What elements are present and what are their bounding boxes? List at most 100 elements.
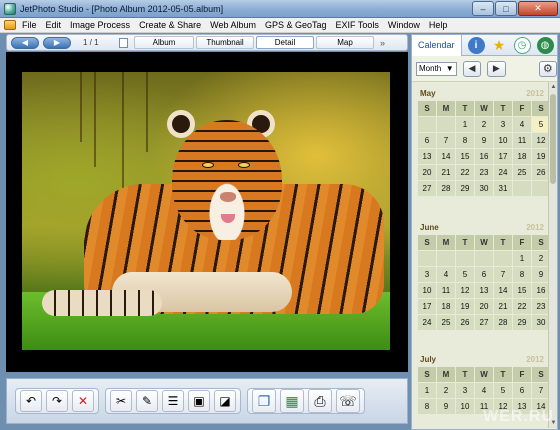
info-icon[interactable]: i — [467, 36, 485, 54]
calendar-next-button[interactable]: ▶ — [487, 60, 506, 77]
maximize-button[interactable]: □ — [495, 1, 517, 16]
phone-icon[interactable]: ☏ — [336, 389, 360, 413]
calendar-day[interactable]: 11 — [513, 133, 531, 148]
calendar-day[interactable]: 28 — [494, 315, 512, 330]
calendar-day[interactable]: 23 — [475, 165, 493, 180]
slideshow-icon[interactable]: ❐ — [252, 389, 276, 413]
calendar-day[interactable]: 3 — [494, 117, 512, 132]
calendar-day[interactable]: 1 — [456, 117, 474, 132]
calendar-day[interactable]: 30 — [475, 181, 493, 196]
calendar-day[interactable]: 14 — [437, 149, 455, 164]
calendar-day[interactable]: 17 — [418, 299, 436, 314]
calendar-prev-button[interactable]: ◀ — [462, 60, 482, 77]
calendar-day[interactable]: 24 — [494, 165, 512, 180]
adjust-icon[interactable]: ☰ — [162, 390, 184, 412]
calendar-day[interactable]: 22 — [513, 299, 531, 314]
clock-icon[interactable]: ◷ — [513, 36, 531, 54]
calendar-day[interactable]: 8 — [456, 133, 474, 148]
calendar-day[interactable]: 17 — [494, 149, 512, 164]
calendar-mode-select[interactable]: Month ▼ — [416, 61, 457, 76]
calendar-day[interactable]: 15 — [456, 149, 474, 164]
globe-icon[interactable]: ◍ — [536, 36, 554, 54]
tab-calendar[interactable]: Calendar — [412, 35, 462, 56]
calendar-day[interactable]: 21 — [494, 299, 512, 314]
menu-help[interactable]: Help — [429, 20, 448, 30]
calendar-day[interactable]: 16 — [475, 149, 493, 164]
calendar-day[interactable]: 7 — [437, 133, 455, 148]
gear-icon[interactable]: ⚙ — [538, 60, 557, 77]
menu-create-share[interactable]: Create & Share — [139, 20, 201, 30]
calendar-day[interactable]: 13 — [475, 283, 493, 298]
calendar-day[interactable]: 4 — [513, 117, 531, 132]
calendar-day[interactable]: 31 — [494, 181, 512, 196]
calendar-day[interactable]: 20 — [475, 299, 493, 314]
calendar-day[interactable]: 9 — [475, 133, 493, 148]
calendar-day[interactable]: 6 — [475, 267, 493, 282]
menu-edit[interactable]: Edit — [46, 20, 62, 30]
undo-icon[interactable]: ↶ — [20, 390, 42, 412]
edit-icon[interactable]: ✎ — [136, 390, 158, 412]
calendar-day[interactable]: 25 — [513, 165, 531, 180]
calendar-day[interactable]: 13 — [418, 149, 436, 164]
app-menu-icon[interactable] — [4, 20, 16, 30]
delete-icon[interactable]: ✕ — [72, 390, 94, 412]
calendar-day[interactable]: 26 — [456, 315, 474, 330]
cut-icon[interactable]: ✂ — [110, 390, 132, 412]
tab-thumbnail[interactable]: Thumbnail — [196, 36, 254, 49]
star-icon[interactable]: ★ — [491, 37, 508, 54]
calendar-day[interactable]: 18 — [437, 299, 455, 314]
calendar-day[interactable]: 28 — [437, 181, 455, 196]
prev-photo-button[interactable]: ◀ — [11, 36, 39, 49]
menu-web-album[interactable]: Web Album — [210, 20, 256, 30]
calendar-day[interactable]: 4 — [437, 267, 455, 282]
more-tabs-icon[interactable]: » — [380, 38, 385, 48]
calendar-day[interactable]: 24 — [418, 315, 436, 330]
tab-map[interactable]: Map — [316, 36, 374, 49]
calendar-day[interactable]: 12 — [456, 283, 474, 298]
menu-gps-geotag[interactable]: GPS & GeoTag — [265, 20, 327, 30]
enhance-icon[interactable]: ◪ — [214, 390, 236, 412]
calendar-day[interactable]: 5 — [494, 383, 512, 398]
calendar-day[interactable]: 11 — [437, 283, 455, 298]
next-photo-button[interactable]: ▶ — [43, 36, 71, 49]
calendar-day[interactable]: 19 — [456, 299, 474, 314]
calendar-day[interactable]: 8 — [418, 399, 436, 414]
tab-album[interactable]: Album — [134, 36, 194, 49]
calendar-day[interactable]: 1 — [513, 251, 531, 266]
tab-detail[interactable]: Detail — [256, 36, 314, 49]
tiger-photo[interactable] — [22, 72, 390, 350]
calendar-day[interactable]: 25 — [437, 315, 455, 330]
calendar-day[interactable]: 18 — [513, 149, 531, 164]
calendar-day[interactable]: 3 — [456, 383, 474, 398]
calendar-day[interactable]: 14 — [494, 283, 512, 298]
calendar-day[interactable]: 4 — [475, 383, 493, 398]
image-icon[interactable]: ▣ — [188, 390, 210, 412]
print-icon[interactable]: ⎙ — [308, 389, 332, 413]
calendar-day[interactable]: 8 — [513, 267, 531, 282]
calendar-day[interactable]: 3 — [418, 267, 436, 282]
calendar-day[interactable]: 5 — [456, 267, 474, 282]
calendar-day[interactable]: 20 — [418, 165, 436, 180]
menu-window[interactable]: Window — [388, 20, 420, 30]
calendar-day[interactable]: 27 — [418, 181, 436, 196]
calendar-day[interactable]: 7 — [494, 267, 512, 282]
menu-exif-tools[interactable]: EXIF Tools — [336, 20, 379, 30]
close-button[interactable]: ✕ — [518, 1, 558, 16]
scroll-thumb[interactable] — [550, 94, 556, 184]
calendar-day[interactable]: 2 — [475, 117, 493, 132]
calendar-day[interactable]: 15 — [513, 283, 531, 298]
calendar-day[interactable]: 10 — [418, 283, 436, 298]
calendar-day[interactable]: 6 — [513, 383, 531, 398]
calendar-scrollbar[interactable]: ▲ ▼ — [548, 82, 557, 428]
calendar-day[interactable]: 10 — [494, 133, 512, 148]
menu-image-process[interactable]: Image Process — [70, 20, 130, 30]
menu-file[interactable]: File — [22, 20, 37, 30]
calendar-day[interactable]: 29 — [513, 315, 531, 330]
photo-viewer[interactable] — [6, 52, 408, 372]
scroll-up-icon[interactable]: ▲ — [549, 82, 557, 92]
calendar-day[interactable]: 9 — [437, 399, 455, 414]
redo-icon[interactable]: ↷ — [46, 390, 68, 412]
calendar-day[interactable]: 21 — [437, 165, 455, 180]
calendar-day[interactable]: 29 — [456, 181, 474, 196]
calendar-day[interactable]: 6 — [418, 133, 436, 148]
